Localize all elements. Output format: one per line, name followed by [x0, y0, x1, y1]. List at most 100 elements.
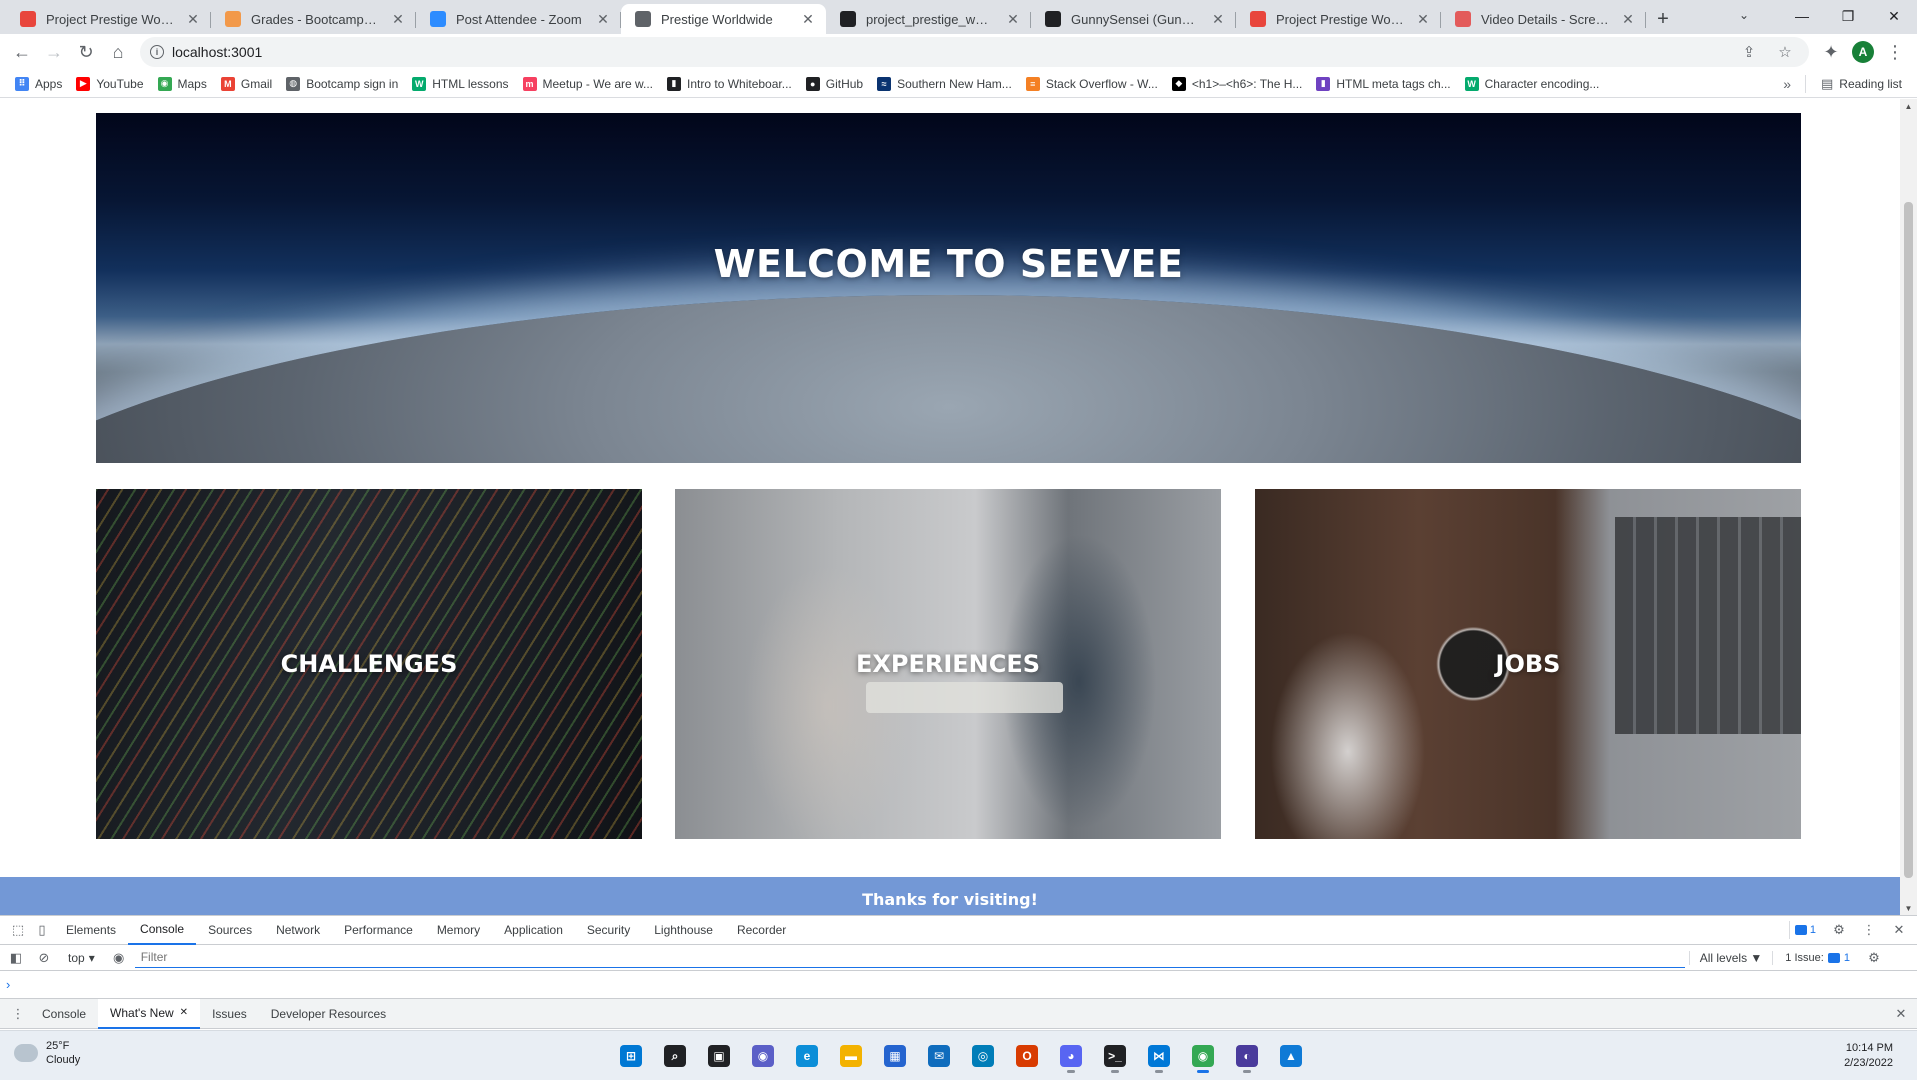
settings-gear-icon[interactable]: ⚙ — [1827, 918, 1851, 942]
reading-list-button[interactable]: ▤ Reading list — [1814, 72, 1909, 96]
browser-tab[interactable]: Post Attendee - Zoom ✕ — [416, 4, 621, 34]
system-clock[interactable]: 10:14 PM 2/23/2022 — [1844, 1041, 1893, 1071]
minimize-button[interactable]: — — [1779, 0, 1825, 32]
sidebar-toggle-icon[interactable]: ◧ — [4, 946, 28, 970]
scroll-down-arrow-icon[interactable]: ▼ — [1900, 901, 1917, 915]
devtools-tab-console[interactable]: Console — [128, 916, 197, 945]
close-drawer-icon[interactable]: ✕ — [1889, 1002, 1913, 1026]
context-selector[interactable]: top ▾ — [60, 951, 103, 965]
bookmark-item[interactable]: ◉ Maps — [151, 72, 214, 96]
page-scrollbar[interactable]: ▲ ▼ — [1900, 99, 1917, 915]
browser-tab[interactable]: Video Details - Screencast ✕ — [1441, 4, 1646, 34]
taskbar-app[interactable]: ⌕ — [657, 1039, 693, 1073]
console-prompt[interactable]: › — [0, 971, 1917, 999]
log-levels-dropdown[interactable]: All levels ▼ — [1688, 950, 1774, 965]
drawer-menu-icon[interactable]: ⋮ — [6, 1002, 30, 1026]
close-window-button[interactable]: ✕ — [1871, 0, 1917, 32]
reload-button[interactable]: ↻ — [70, 36, 102, 68]
bookmark-item[interactable]: ▶ YouTube — [69, 72, 150, 96]
close-tab-icon[interactable]: ✕ — [595, 11, 611, 27]
bookmark-item[interactable]: W Character encoding... — [1458, 72, 1607, 96]
bookmark-item[interactable]: W HTML lessons — [405, 72, 515, 96]
close-tab-icon[interactable]: ✕ — [185, 11, 201, 27]
close-tab-icon[interactable]: ✕ — [1620, 11, 1636, 27]
challenges-card[interactable]: CHALLENGES — [96, 489, 642, 839]
taskbar-app[interactable]: e — [789, 1039, 825, 1073]
taskbar-app[interactable]: ◐ — [1229, 1039, 1265, 1073]
close-tab-icon[interactable]: ✕ — [1210, 11, 1226, 27]
forward-button[interactable]: → — [38, 36, 70, 68]
live-expression-eye-icon[interactable]: ◉ — [107, 946, 131, 970]
share-icon[interactable]: ⇪ — [1735, 43, 1763, 61]
taskbar-app[interactable]: ▦ — [877, 1039, 913, 1073]
scroll-up-arrow-icon[interactable]: ▲ — [1900, 99, 1917, 113]
devtools-tab-lighthouse[interactable]: Lighthouse — [642, 916, 725, 945]
bookmark-item[interactable]: ● GitHub — [799, 72, 870, 96]
tab-search-button[interactable]: ⌄ — [1727, 0, 1761, 30]
close-devtools-icon[interactable]: ✕ — [1887, 918, 1911, 942]
drawer-tab-issues[interactable]: Issues — [200, 999, 259, 1029]
jobs-card[interactable]: JOBS — [1255, 489, 1801, 839]
taskbar-app[interactable]: ▲ — [1273, 1039, 1309, 1073]
bookmark-star-icon[interactable]: ☆ — [1771, 43, 1799, 61]
browser-tab[interactable]: Project Prestige Worldwide ✕ — [1236, 4, 1441, 34]
drawer-tab-what-s-new[interactable]: What's New ✕ — [98, 998, 201, 1029]
close-tab-icon[interactable]: ✕ — [180, 1007, 188, 1018]
taskbar-app[interactable]: ◕ — [1053, 1039, 1089, 1073]
device-toolbar-icon[interactable]: ▯ — [30, 918, 54, 942]
browser-tab[interactable]: GunnySensei (Gunner Wag ✕ — [1031, 4, 1236, 34]
devtools-tab-security[interactable]: Security — [575, 916, 642, 945]
bookmark-item[interactable]: ▮ Intro to Whiteboar... — [660, 72, 799, 96]
bookmark-item[interactable]: ▮ HTML meta tags ch... — [1309, 72, 1457, 96]
address-text[interactable]: localhost:3001 — [172, 44, 1727, 60]
bookmark-item[interactable]: ◍ Bootcamp sign in — [279, 72, 405, 96]
drawer-tab-console[interactable]: Console — [30, 999, 98, 1029]
extensions-icon[interactable]: ✦ — [1815, 36, 1847, 68]
bookmark-item[interactable]: M Gmail — [214, 72, 279, 96]
back-button[interactable]: ← — [6, 36, 38, 68]
bookmark-item[interactable]: ◆ <h1>–<h6>: The H... — [1165, 72, 1310, 96]
taskbar-app[interactable]: ▣ — [701, 1039, 737, 1073]
browser-tab[interactable]: Prestige Worldwide ✕ — [621, 4, 826, 34]
bookmarks-overflow-button[interactable]: » — [1777, 76, 1797, 92]
home-button[interactable]: ⌂ — [102, 36, 134, 68]
issues-button[interactable]: 1 Issue: 1 — [1777, 952, 1858, 964]
browser-tab[interactable]: project_prestige_worldwide ✕ — [826, 4, 1031, 34]
console-settings-gear-icon[interactable]: ⚙ — [1862, 946, 1886, 970]
devtools-tab-application[interactable]: Application — [492, 916, 575, 945]
taskbar-app[interactable]: ⊞ — [613, 1039, 649, 1073]
messages-badge[interactable]: 1 — [1788, 921, 1821, 939]
site-info-icon[interactable]: i — [150, 45, 164, 59]
weather-widget[interactable]: 25°F Cloudy — [14, 1039, 80, 1067]
taskbar-app[interactable]: O — [1009, 1039, 1045, 1073]
devtools-tab-recorder[interactable]: Recorder — [725, 916, 798, 945]
bookmark-item[interactable]: m Meetup - We are w... — [516, 72, 661, 96]
close-tab-icon[interactable]: ✕ — [1415, 11, 1431, 27]
experiences-card[interactable]: EXPERIENCES — [675, 489, 1221, 839]
devtools-tab-performance[interactable]: Performance — [332, 916, 425, 945]
browser-tab[interactable]: Grades - Bootcamp: UTA-V ✕ — [211, 4, 416, 34]
browser-tab[interactable]: Project Prestige Worldwide ✕ — [6, 4, 211, 34]
console-filter-input[interactable] — [134, 947, 1685, 968]
scrollbar-thumb[interactable] — [1904, 202, 1913, 878]
close-tab-icon[interactable]: ✕ — [390, 11, 406, 27]
close-tab-icon[interactable]: ✕ — [1005, 11, 1021, 27]
close-tab-icon[interactable]: ✕ — [800, 11, 816, 27]
browser-menu-icon[interactable]: ⋮ — [1879, 36, 1911, 68]
taskbar-app[interactable]: ✉ — [921, 1039, 957, 1073]
bookmark-item[interactable]: ⠿ Apps — [8, 72, 69, 96]
devtools-tab-elements[interactable]: Elements — [54, 916, 128, 945]
address-bar[interactable]: i localhost:3001 ⇪ ☆ — [140, 37, 1809, 67]
taskbar-app[interactable]: ▬ — [833, 1039, 869, 1073]
taskbar-app[interactable]: ⋈ — [1141, 1039, 1177, 1073]
drawer-tab-developer-resources[interactable]: Developer Resources — [259, 999, 398, 1029]
taskbar-app[interactable]: >_ — [1097, 1039, 1133, 1073]
devtools-menu-icon[interactable]: ⋮ — [1857, 918, 1881, 942]
profile-button[interactable]: A — [1847, 36, 1879, 68]
inspect-element-icon[interactable]: ⬚ — [6, 918, 30, 942]
devtools-tab-network[interactable]: Network — [264, 916, 332, 945]
maximize-button[interactable]: ❐ — [1825, 0, 1871, 32]
new-tab-button[interactable]: + — [1646, 4, 1680, 34]
taskbar-app[interactable]: ◉ — [745, 1039, 781, 1073]
taskbar-app[interactable]: ◎ — [965, 1039, 1001, 1073]
